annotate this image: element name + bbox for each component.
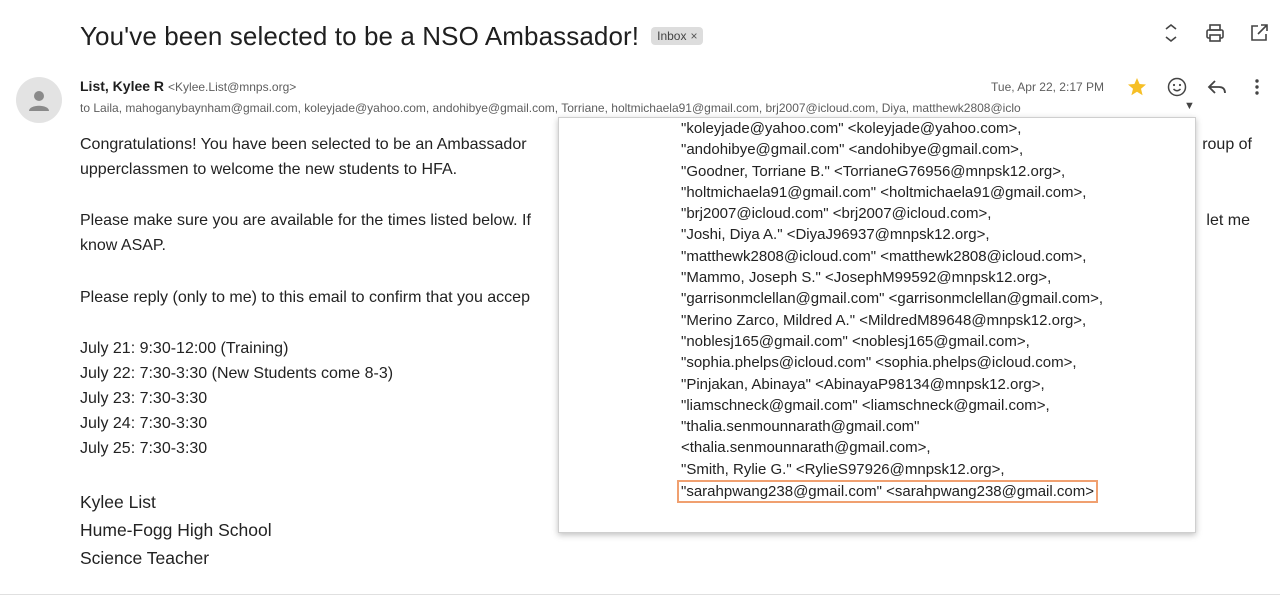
signature-line: Kylee List xyxy=(80,492,156,512)
recipient-line: "liamschneck@gmail.com" <liamschneck@gma… xyxy=(681,396,1050,414)
message-meta: Tue, Apr 22, 2:17 PM xyxy=(991,76,1268,98)
emoji-reaction-icon[interactable] xyxy=(1166,76,1188,98)
recipient-line: "thalia.senmounnarath@gmail.com" xyxy=(681,418,920,436)
schedule-list: July 21: 9:30-12:00 (Training) July 22: … xyxy=(80,336,393,461)
body-text: let me xyxy=(1206,212,1250,229)
recipient-line: "Joshi, Diya A." <DiyaJ96937@mnpsk12.org… xyxy=(681,226,990,244)
recipient-line: "Smith, Rylie G." <RylieS97926@mnpsk12.o… xyxy=(681,460,1005,478)
body-text: Please make sure you are available for t… xyxy=(80,212,531,229)
more-options-icon[interactable] xyxy=(1246,76,1268,98)
recipients-details-popup: "koleyjade@yahoo.com" <koleyjade@yahoo.c… xyxy=(558,117,1196,533)
schedule-item: July 25: 7:30-3:30 xyxy=(80,440,208,457)
star-icon[interactable] xyxy=(1126,76,1148,98)
open-in-new-window-icon[interactable] xyxy=(1248,22,1270,44)
recipient-line: "andohibye@gmail.com" <andohibye@gmail.c… xyxy=(681,141,1024,159)
body-text: roup of xyxy=(1202,136,1252,153)
schedule-item: July 22: 7:30-3:30 (New Students come 8-… xyxy=(80,365,394,382)
message-date: Tue, Apr 22, 2:17 PM xyxy=(991,80,1104,94)
body-text: Congratulations! You have been selected … xyxy=(80,136,527,153)
divider xyxy=(0,594,1280,595)
recipient-line: "Pinjakan, Abinaya" <AbinayaP98134@mnpsk… xyxy=(681,375,1045,393)
recipient-line: "Goodner, Torriane B." <TorrianeG76956@m… xyxy=(681,162,1066,180)
sender-line: List, Kylee R <Kylee.List@mnps.org> xyxy=(80,78,296,94)
expand-collapse-icon[interactable] xyxy=(1160,22,1182,44)
show-details-icon[interactable]: ▼ xyxy=(1184,100,1195,112)
subject-row: You've been selected to be a NSO Ambassa… xyxy=(80,18,704,54)
email-subject: You've been selected to be a NSO Ambassa… xyxy=(80,20,640,51)
recipient-line: "koleyjade@yahoo.com" <koleyjade@yahoo.c… xyxy=(681,120,1022,137)
schedule-item: July 23: 7:30-3:30 xyxy=(80,390,208,407)
recipient-line: "sophia.phelps@icloud.com" <sophia.phelp… xyxy=(681,354,1077,372)
remove-label-icon[interactable]: × xyxy=(690,29,697,43)
inbox-label-chip[interactable]: Inbox × xyxy=(651,27,704,45)
reply-icon[interactable] xyxy=(1206,76,1228,98)
schedule-item: July 24: 7:30-3:30 xyxy=(80,415,208,432)
highlighted-recipient-line: "sarahpwang238@gmail.com" <sarahpwang238… xyxy=(677,480,1098,504)
recipient-line: "noblesj165@gmail.com" <noblesj165@gmail… xyxy=(681,332,1030,350)
recipient-line: <thalia.senmounnarath@gmail.com>, xyxy=(681,439,931,457)
thread-toolbar xyxy=(1160,22,1270,44)
sender-avatar[interactable] xyxy=(16,77,62,123)
recipient-line: "brj2007@icloud.com" <brj2007@icloud.com… xyxy=(681,205,992,223)
signature: Kylee List Hume-Fogg High School Science… xyxy=(80,488,272,572)
recipient-line: "matthewk2808@icloud.com" <matthewk2808@… xyxy=(681,247,1087,265)
schedule-item: July 21: 9:30-12:00 (Training) xyxy=(80,340,289,357)
recipients-summary: to Laila, mahoganybaynham@gmail.com, kol… xyxy=(80,101,1021,115)
print-icon[interactable] xyxy=(1204,22,1226,44)
recipient-line: "holtmichaela91@gmail.com" <holtmichaela… xyxy=(681,183,1087,201)
recipient-line: "Mammo, Joseph S." <JosephM99592@mnpsk12… xyxy=(681,269,1052,287)
sender-name[interactable]: List, Kylee R xyxy=(80,78,164,94)
person-icon xyxy=(29,91,49,111)
signature-line: Hume-Fogg High School xyxy=(80,520,272,540)
inbox-label-text: Inbox xyxy=(657,29,687,43)
recipient-line: "garrisonmclellan@gmail.com" <garrisonmc… xyxy=(681,290,1104,308)
paragraph-reply: Please reply (only to me) to this email … xyxy=(80,289,530,306)
recipient-line: "Merino Zarco, Mildred A." <MildredM8964… xyxy=(681,311,1087,329)
sender-email: <Kylee.List@mnps.org> xyxy=(168,80,297,94)
signature-line: Science Teacher xyxy=(80,548,210,568)
